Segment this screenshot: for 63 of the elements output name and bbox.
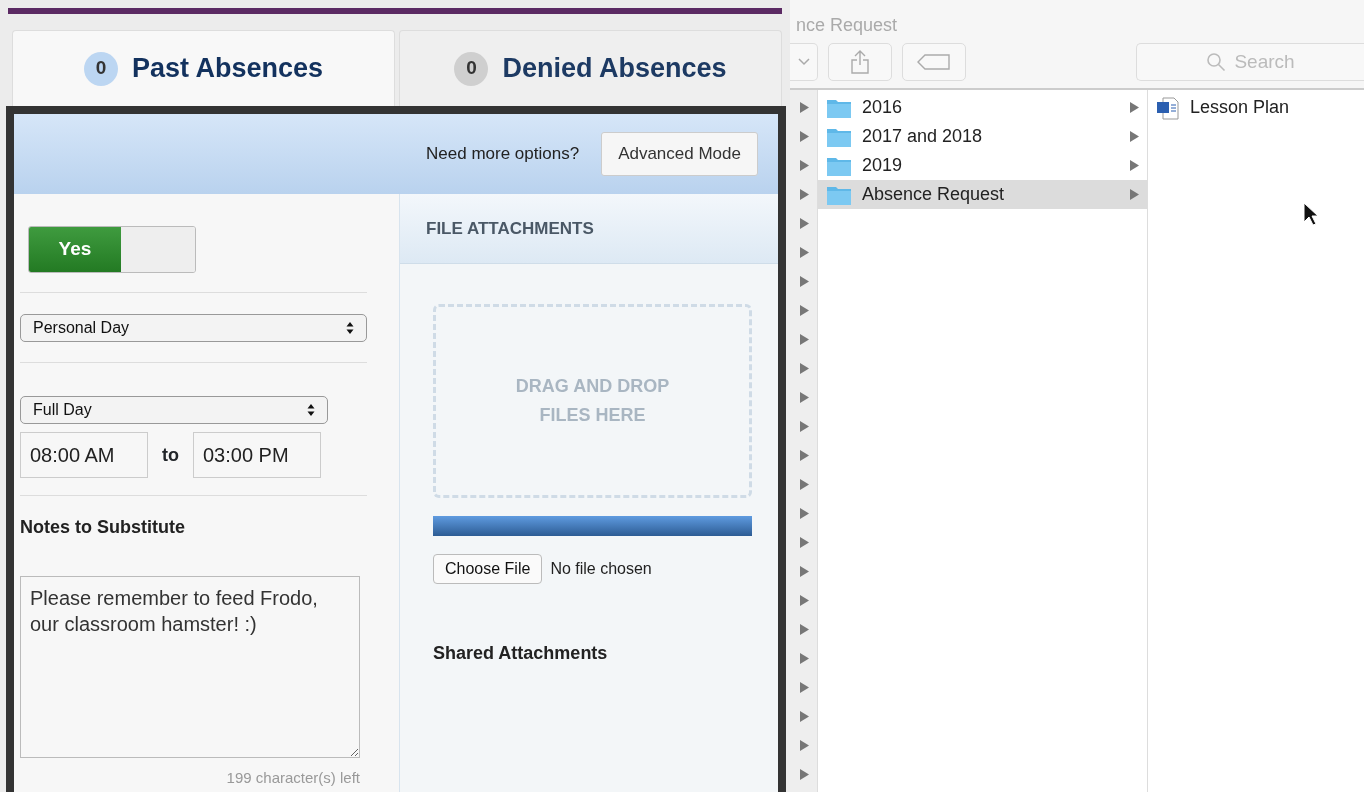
to-label: to	[162, 443, 179, 467]
folder-row[interactable]: 2019	[818, 151, 1147, 180]
disclosure-triangle-icon[interactable]	[800, 450, 809, 461]
notes-textarea[interactable]: Please remember to feed Frodo, our classroom hamster! :)	[20, 576, 360, 758]
search-icon	[1206, 52, 1227, 72]
disclosure-triangle-icon[interactable]	[800, 508, 809, 519]
disclosure-triangle-icon[interactable]	[800, 566, 809, 577]
share-icon	[851, 50, 869, 74]
start-time-field[interactable]: 08:00 AM	[20, 432, 148, 478]
tab[interactable]: 0 Past Absences	[12, 30, 395, 106]
disclosure-triangle-icon	[1130, 160, 1139, 171]
disclosure-triangle-icon[interactable]	[800, 624, 809, 635]
tab-label: Denied Absences	[502, 52, 727, 86]
disclosure-triangle-icon[interactable]	[800, 537, 809, 548]
shared-attachments-title: Shared Attachments	[433, 642, 609, 665]
reason-select[interactable]: Personal Day	[20, 313, 367, 342]
disclosure-triangle-icon[interactable]	[800, 653, 809, 664]
disclosure-triangle-icon[interactable]	[800, 189, 809, 200]
count-badge: 0	[454, 51, 489, 86]
folder-row[interactable]: 2017 and 2018	[818, 122, 1147, 151]
folder-row[interactable]: Absence Request	[818, 180, 1147, 209]
tag-icon	[917, 54, 951, 70]
select-arrows-icon	[346, 320, 354, 335]
disclosure-triangle-icon[interactable]	[800, 305, 809, 316]
disclosure-triangle-icon[interactable]	[800, 131, 809, 142]
disclosure-triangle-icon[interactable]	[800, 740, 809, 751]
tab-label: Past Absences	[131, 52, 324, 86]
disclosure-triangle-icon[interactable]	[800, 247, 809, 258]
document-icon	[1156, 95, 1180, 120]
window-title: nce Request	[796, 15, 898, 35]
end-time-field[interactable]: 03:00 PM	[193, 432, 321, 478]
disclosure-triangle-icon[interactable]	[800, 218, 809, 229]
mouse-cursor-icon	[1303, 202, 1319, 226]
character-counter: 199 character(s) left	[226, 769, 360, 786]
disclosure-triangle-icon	[1130, 131, 1139, 142]
disclosure-triangle-icon[interactable]	[800, 102, 809, 113]
dropzone-text: DRAG AND DROP FILES HERE	[514, 375, 671, 427]
disclosure-triangle-icon[interactable]	[800, 392, 809, 403]
disclosure-triangle-icon[interactable]	[800, 421, 809, 432]
tab[interactable]: 0 Denied Absences	[399, 30, 782, 106]
options-prompt: Need more options?	[426, 143, 580, 166]
disclosure-triangle-icon[interactable]	[800, 363, 809, 374]
disclosure-triangle-icon[interactable]	[800, 769, 809, 780]
file-status: No file chosen	[550, 559, 652, 579]
disclosure-triangle-icon[interactable]	[800, 682, 809, 693]
disclosure-triangle-icon	[1130, 189, 1139, 200]
disclosure-triangle-icon[interactable]	[800, 711, 809, 722]
disclosure-triangle-icon[interactable]	[800, 276, 809, 287]
disclosure-triangle-icon[interactable]	[800, 334, 809, 345]
select-arrows-icon	[307, 403, 315, 417]
disclosure-triangle-icon[interactable]	[800, 479, 809, 490]
disclosure-triangle-icon[interactable]	[800, 160, 809, 171]
disclosure-triangle-icon[interactable]	[800, 595, 809, 606]
chevron-icon	[797, 58, 810, 66]
count-badge: 0	[83, 51, 118, 86]
advanced-mode-button[interactable]: Advanced Mode	[601, 132, 758, 176]
notes-label: Notes to Substitute	[20, 516, 186, 539]
duration-select[interactable]: Full Day	[20, 396, 328, 424]
file-row[interactable]: Lesson Plan	[1148, 93, 1364, 122]
disclosure-triangle-icon	[1130, 102, 1139, 113]
folder-row[interactable]: 2016	[818, 93, 1147, 122]
yes-toggle[interactable]: Yes	[28, 226, 196, 273]
choose-file-button[interactable]: Choose File	[433, 554, 543, 584]
